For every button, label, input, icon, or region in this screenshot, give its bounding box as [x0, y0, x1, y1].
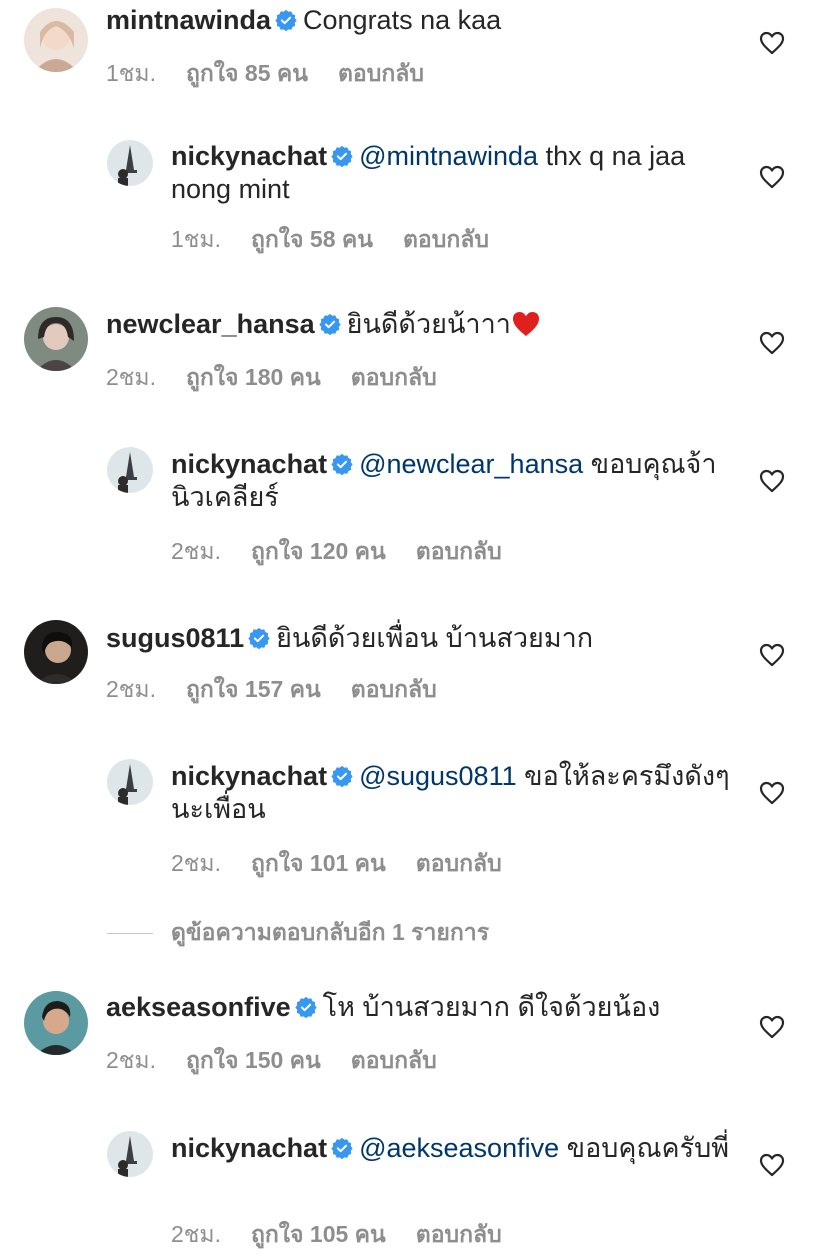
- reply-button[interactable]: ตอบกลับ: [338, 56, 424, 92]
- view-more-replies-label: ดูข้อความตอบกลับอีก 1 รายการ: [171, 919, 490, 945]
- avatar[interactable]: [24, 8, 88, 72]
- mention-link[interactable]: @aekseasonfive: [359, 1133, 559, 1163]
- comment-body: mintnawinda Congrats na kaa: [106, 4, 726, 37]
- comment-body: sugus0811 ยินดีด้วยเพื่อน บ้านสวยมาก: [106, 622, 726, 655]
- timestamp: 2ชม.: [171, 1221, 221, 1247]
- verified-badge-icon: [294, 996, 317, 1018]
- likes-count[interactable]: ถูกใจ 58 คน: [251, 222, 373, 258]
- comment-text: Congrats na kaa: [303, 5, 502, 35]
- reply-button[interactable]: ตอบกลับ: [416, 534, 502, 570]
- mention-link[interactable]: @sugus0811: [359, 761, 517, 791]
- likes-count[interactable]: ถูกใจ 85 คน: [186, 56, 308, 92]
- comment-text: ขอบคุณครับพี่: [559, 1133, 730, 1163]
- verified-badge-icon: [331, 453, 353, 475]
- likes-count[interactable]: ถูกใจ 101 คน: [251, 846, 386, 882]
- likes-count[interactable]: ถูกใจ 157 คน: [186, 672, 321, 708]
- username[interactable]: nickynachat: [171, 141, 327, 171]
- username[interactable]: sugus0811: [106, 623, 244, 653]
- mention-link[interactable]: @newclear_hansa: [359, 449, 583, 479]
- username[interactable]: newclear_hansa: [106, 309, 315, 339]
- username[interactable]: nickynachat: [171, 761, 327, 791]
- verified-badge-icon: [331, 765, 353, 787]
- heart-icon[interactable]: [759, 469, 785, 493]
- red-heart-emoji: [512, 312, 539, 336]
- verified-badge-icon: [318, 313, 341, 335]
- verified-badge-icon: [331, 1137, 353, 1159]
- avatar[interactable]: [107, 759, 153, 805]
- comment-body: nickynachat @aekseasonfive ขอบคุณครับพี่: [171, 1132, 731, 1165]
- avatar[interactable]: [107, 447, 153, 493]
- comment-meta: 2ชม. ถูกใจ 157 คน ตอบกลับ: [106, 672, 467, 708]
- comment-body: nickynachat @sugus0811 ขอให้ละครมึงดังๆนะ…: [171, 760, 731, 826]
- verified-badge-icon: [331, 145, 353, 167]
- comment-body: aekseasonfive โห บ้านสวยมาก ดีใจด้วยน้อง: [106, 991, 726, 1024]
- reply-button[interactable]: ตอบกลับ: [351, 1043, 437, 1079]
- heart-icon[interactable]: [759, 1153, 785, 1177]
- comment-meta: 1ชม. ถูกใจ 58 คน ตอบกลับ: [171, 222, 519, 258]
- heart-icon[interactable]: [759, 165, 785, 189]
- mention-link[interactable]: @mintnawinda: [359, 141, 538, 171]
- comment-meta: 2ชม. ถูกใจ 101 คน ตอบกลับ: [171, 846, 532, 882]
- username[interactable]: nickynachat: [171, 449, 327, 479]
- reply-button[interactable]: ตอบกลับ: [403, 222, 489, 258]
- avatar[interactable]: [24, 620, 88, 684]
- comment-body: nickynachat @newclear_hansa ขอบคุณจ้า นิว…: [171, 448, 731, 514]
- timestamp: 2ชม.: [106, 1047, 156, 1073]
- avatar[interactable]: [107, 1131, 153, 1177]
- avatar[interactable]: [24, 991, 88, 1055]
- comment-text: โห บ้านสวยมาก ดีใจด้วยน้อง: [322, 992, 661, 1022]
- username[interactable]: aekseasonfive: [106, 992, 291, 1022]
- reply-button[interactable]: ตอบกลับ: [416, 1217, 502, 1253]
- comment-meta: 2ชม. ถูกใจ 105 คน ตอบกลับ: [171, 1217, 532, 1253]
- verified-badge-icon: [275, 9, 297, 31]
- heart-icon[interactable]: [759, 643, 785, 667]
- divider-line: [107, 932, 153, 934]
- comment-body: newclear_hansa ยินดีด้วยน้าาา: [106, 308, 726, 341]
- verified-badge-icon: [248, 627, 270, 649]
- comment-text: ยินดีด้วยเพื่อน บ้านสวยมาก: [276, 623, 594, 653]
- comment-text: ยินดีด้วยน้าาา: [346, 309, 511, 339]
- timestamp: 1ชม.: [171, 226, 221, 252]
- avatar[interactable]: [24, 307, 88, 371]
- comment-meta: 2ชม. ถูกใจ 150 คน ตอบกลับ: [106, 1043, 467, 1079]
- username[interactable]: mintnawinda: [106, 5, 271, 35]
- comment-meta: 2ชม. ถูกใจ 180 คน ตอบกลับ: [106, 360, 467, 396]
- likes-count[interactable]: ถูกใจ 150 คน: [186, 1043, 321, 1079]
- timestamp: 2ชม.: [171, 538, 221, 564]
- comment-meta: 2ชม. ถูกใจ 120 คน ตอบกลับ: [171, 534, 532, 570]
- view-more-replies[interactable]: ดูข้อความตอบกลับอีก 1 รายการ: [107, 918, 489, 948]
- likes-count[interactable]: ถูกใจ 105 คน: [251, 1217, 386, 1253]
- timestamp: 1ชม.: [106, 60, 156, 86]
- username[interactable]: nickynachat: [171, 1133, 327, 1163]
- reply-button[interactable]: ตอบกลับ: [351, 672, 437, 708]
- heart-icon[interactable]: [759, 31, 785, 55]
- reply-button[interactable]: ตอบกลับ: [351, 360, 437, 396]
- comment-meta: 1ชม. ถูกใจ 85 คน ตอบกลับ: [106, 56, 454, 92]
- heart-icon[interactable]: [759, 331, 785, 355]
- likes-count[interactable]: ถูกใจ 180 คน: [186, 360, 321, 396]
- timestamp: 2ชม.: [171, 850, 221, 876]
- timestamp: 2ชม.: [106, 676, 156, 702]
- timestamp: 2ชม.: [106, 364, 156, 390]
- heart-icon[interactable]: [759, 1015, 785, 1039]
- reply-button[interactable]: ตอบกลับ: [416, 846, 502, 882]
- heart-icon[interactable]: [759, 781, 785, 805]
- avatar[interactable]: [107, 140, 153, 186]
- comment-body: nickynachat @mintnawinda thx q na jaa non…: [171, 140, 731, 206]
- likes-count[interactable]: ถูกใจ 120 คน: [251, 534, 386, 570]
